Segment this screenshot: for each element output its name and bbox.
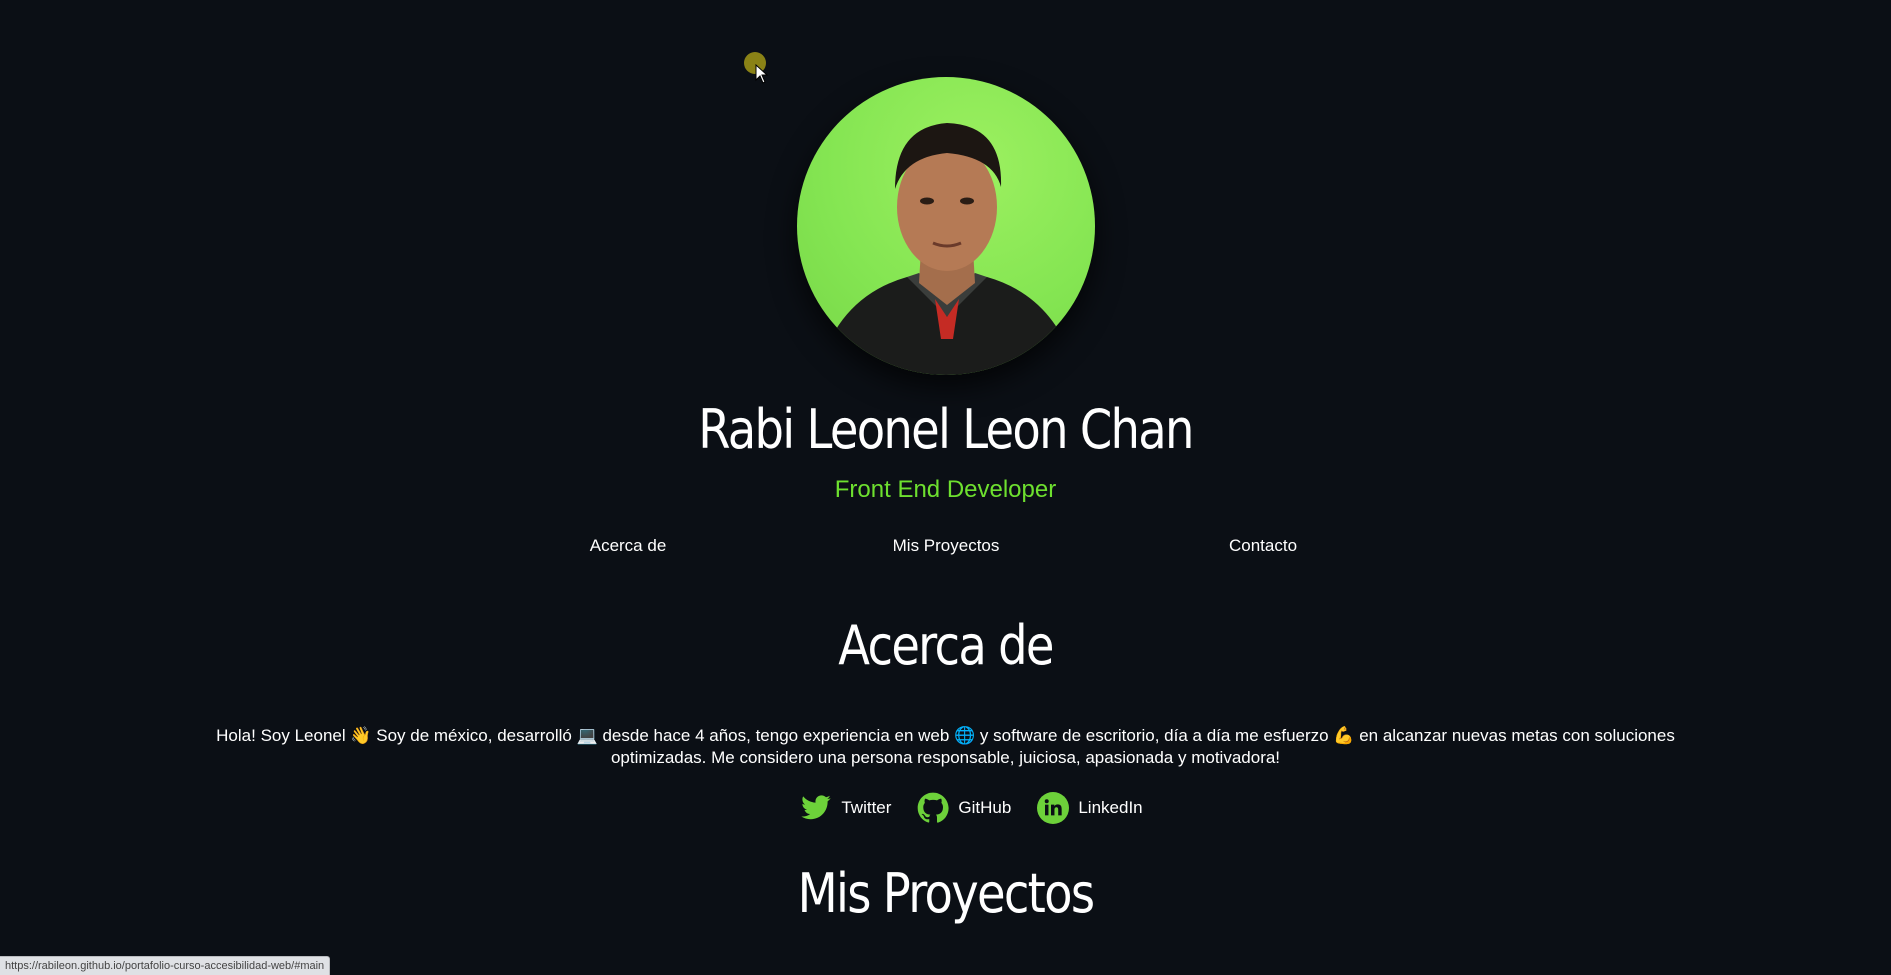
github-icon — [918, 792, 950, 823]
social-link-twitter[interactable]: Twitter — [800, 792, 891, 824]
profile-photo — [817, 123, 1077, 375]
social-link-label: LinkedIn — [1078, 798, 1143, 817]
social-links: Twitter GitHub LinkedIn — [0, 792, 1891, 824]
page: Rabi Leonel Leon Chan Front End Develope… — [0, 0, 1891, 975]
status-bar-url: https://rabileon.github.io/portafolio-cu… — [0, 956, 331, 975]
about-section-title: Acerca de — [838, 614, 1054, 677]
mouse-pointer-icon — [755, 64, 769, 84]
profile-role: Front End Developer — [834, 476, 1057, 503]
about-description: Hola! Soy Leonel 👋 Soy de méxico, desarr… — [216, 726, 1675, 767]
profile-avatar — [797, 77, 1095, 375]
profile-name: Rabi Leonel Leon Chan — [698, 398, 1194, 461]
main-nav: Acerca de Mis Proyectos Contacto — [0, 536, 1891, 560]
projects-section-title: Mis Proyectos — [797, 862, 1095, 925]
nav-item-acerca-de[interactable]: Acerca de — [590, 536, 667, 556]
social-link-github[interactable]: GitHub — [917, 792, 1011, 824]
social-link-label: GitHub — [958, 798, 1012, 817]
twitter-icon — [801, 795, 832, 820]
social-link-label: Twitter — [841, 798, 892, 817]
social-link-linkedin[interactable]: LinkedIn — [1037, 792, 1143, 824]
nav-item-contacto[interactable]: Contacto — [1229, 536, 1297, 556]
nav-item-mis-proyectos[interactable]: Mis Proyectos — [893, 536, 1000, 556]
linkedin-icon — [1037, 792, 1070, 824]
